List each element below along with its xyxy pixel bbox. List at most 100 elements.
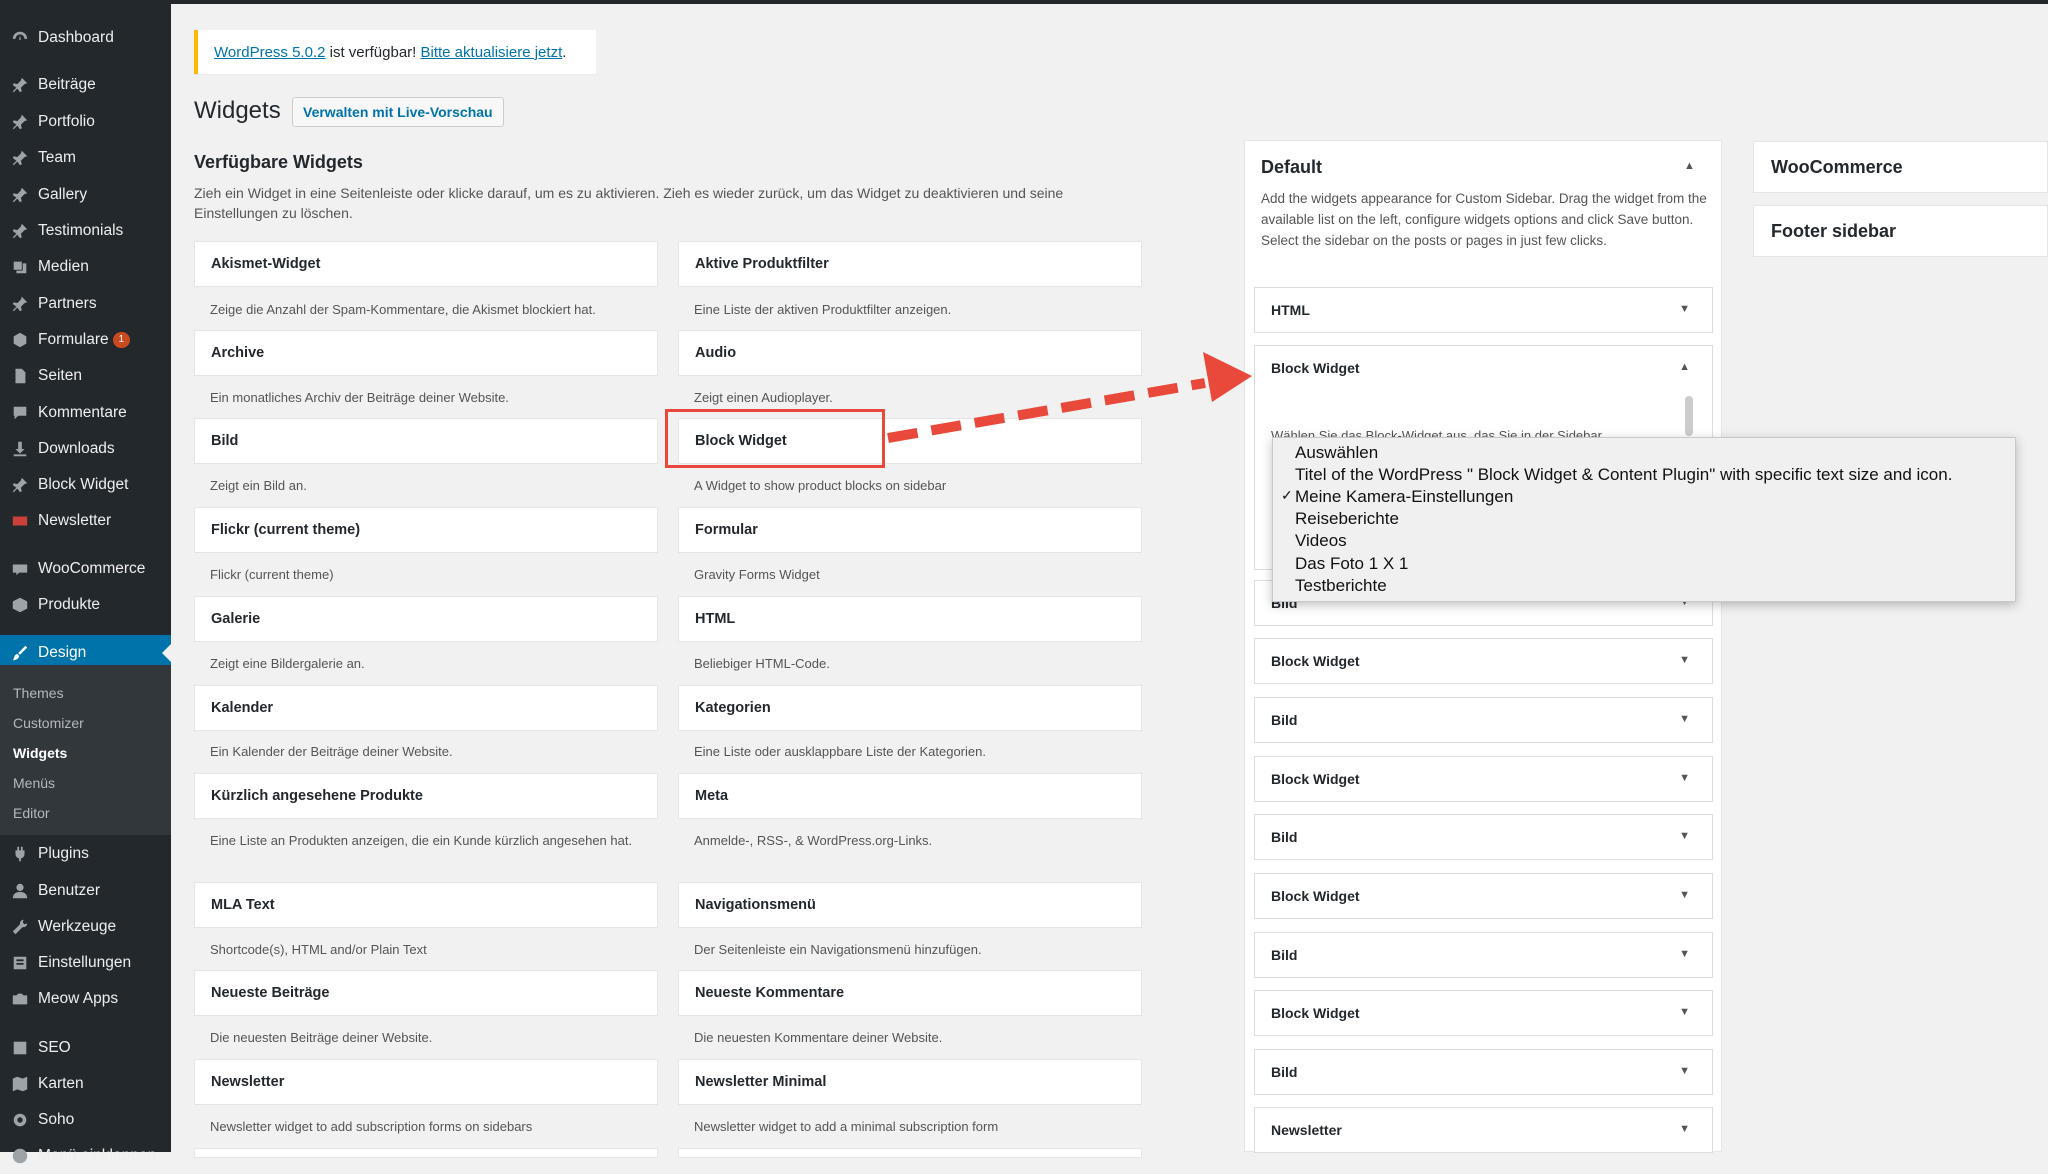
sidebar-item-label: Block Widget [38,476,129,493]
widget-kalender[interactable]: Kalender [194,685,658,731]
expand-down-icon[interactable]: ▼ [1679,1006,1690,1018]
widget-formular[interactable]: Formular [678,507,1142,553]
sidebar-footer[interactable]: Footer sidebar [1753,205,2048,257]
submenu-item-editor[interactable]: Editor [13,805,50,821]
dropdown-option[interactable]: Testberichte [1295,575,1387,597]
default-sidebar-title[interactable]: Default [1261,157,1322,178]
sidebar-widget-block-widget-open[interactable]: Block Widget ▲ [1254,345,1713,391]
widget-neueste-kommentare[interactable]: Neueste Kommentare [678,970,1142,1016]
dropdown-option[interactable]: Das Foto 1 X 1 [1295,553,1408,575]
design-submenu: Themes Customizer Widgets Menüs Editor [0,665,171,835]
sidebar-widget-bild[interactable]: Bild ▼ [1254,697,1713,743]
collapse-up-icon[interactable]: ▲ [1684,160,1695,172]
collapse-up-icon[interactable]: ▲ [1679,361,1690,373]
sidebar-item-dashboard[interactable]: Dashboard [0,20,171,56]
widget-archive[interactable]: Archive [194,330,658,376]
sidebar-item-label: Partners [38,295,97,312]
block-select-dropdown[interactable]: Auswählen Titel of the WordPress " Block… [1272,437,2016,602]
expand-down-icon[interactable]: ▼ [1679,1123,1690,1135]
sidebar-item-label: Kommentare [38,404,127,421]
widget-kuerzlich-angesehene-produkte[interactable]: Kürzlich angesehene Produkte [194,773,658,819]
sidebar-item-woocommerce[interactable]: WooCommerce [0,551,171,587]
dropdown-option[interactable]: Videos [1295,530,1347,552]
sidebar-item-newsletter[interactable]: Newsletter [0,503,171,539]
widget-newsletter[interactable]: Newsletter [194,1059,658,1105]
sidebar-item-beitraege[interactable]: Beiträge [0,67,171,103]
expand-down-icon[interactable]: ▼ [1679,889,1690,901]
widget-flickr[interactable]: Flickr (current theme) [194,507,658,553]
expand-down-icon[interactable]: ▼ [1679,1065,1690,1077]
widget-meta[interactable]: Meta [678,773,1142,819]
sidebar-item-produkte[interactable]: Produkte [0,587,171,623]
sidebar-item-downloads[interactable]: Downloads [0,431,171,467]
sidebar-item-soho[interactable]: Soho [0,1102,171,1138]
submenu-item-menus[interactable]: Menüs [13,775,55,791]
expand-down-icon[interactable]: ▼ [1679,654,1690,666]
settings-scrollbar[interactable] [1685,396,1693,436]
expand-down-icon[interactable]: ▼ [1679,303,1690,315]
sidebar-item-plugins[interactable]: Plugins [0,836,171,872]
dropdown-option[interactable]: Reiseberichte [1295,508,1399,530]
widget-description: Zeigt einen Audioplayer. [694,390,833,405]
widget-akismet[interactable]: Akismet-Widget [194,241,658,287]
sidebar-widget-bild[interactable]: Bild ▼ [1254,932,1713,978]
submenu-item-themes[interactable]: Themes [13,685,64,701]
sidebar-widget-block-widget[interactable]: Block Widget ▼ [1254,873,1713,919]
sidebar-item-partners[interactable]: Partners [0,286,171,322]
sidebar-item-portfolio[interactable]: Portfolio [0,104,171,140]
widget-description: Gravity Forms Widget [694,567,820,582]
submenu-item-widgets[interactable]: Widgets [13,745,67,761]
sidebar-widget-newsletter[interactable]: Newsletter ▼ [1254,1107,1713,1153]
sidebar-item-kommentare[interactable]: Kommentare [0,395,171,431]
widget-aktive-produktfilter[interactable]: Aktive Produktfilter [678,241,1142,287]
pin-icon [10,294,30,314]
widget-description: Die neuesten Kommentare deiner Website. [694,1030,943,1045]
widget-bild[interactable]: Bild [194,418,658,464]
live-preview-button[interactable]: Verwalten mit Live-Vorschau [292,97,504,127]
widget-navigationsmenue[interactable]: Navigationsmenü [678,882,1142,928]
sidebar-item-team[interactable]: Team [0,140,171,176]
widget-kategorien[interactable]: Kategorien [678,685,1142,731]
sidebar-widget-block-widget[interactable]: Block Widget ▼ [1254,990,1713,1036]
sidebar-widget-html[interactable]: HTML ▼ [1254,287,1713,333]
sidebar-item-testimonials[interactable]: Testimonials [0,213,171,249]
widget-html[interactable]: HTML [678,596,1142,642]
sidebar-item-karten[interactable]: Karten [0,1066,171,1102]
sidebar-widget-bild[interactable]: Bild ▼ [1254,814,1713,860]
sidebar-item-seiten[interactable]: Seiten [0,358,171,394]
expand-down-icon[interactable]: ▼ [1679,948,1690,960]
widget-newsletter-minimal[interactable]: Newsletter Minimal [678,1059,1142,1105]
widget-mla-text[interactable]: MLA Text [194,882,658,928]
sidebar-collapse[interactable]: Menü einklappen [0,1138,171,1174]
update-now-link[interactable]: Bitte aktualisiere jetzt [421,44,563,61]
sidebar-item-werkzeuge[interactable]: Werkzeuge [0,909,171,945]
sidebar-item-block-widget[interactable]: Block Widget [0,467,171,503]
download-icon [10,439,30,459]
sidebar-item-einstellungen[interactable]: Einstellungen [0,945,171,981]
widget-audio[interactable]: Audio [678,330,1142,376]
widget-next-row [678,1148,1142,1158]
widget-galerie[interactable]: Galerie [194,596,658,642]
sidebar-widget-bild[interactable]: Bild ▼ [1254,1049,1713,1095]
dropdown-option[interactable]: Titel of the WordPress " Block Widget & … [1295,464,1952,486]
submenu-item-customizer[interactable]: Customizer [13,715,84,731]
dropdown-option[interactable]: Auswählen [1295,442,1378,464]
dropdown-option-selected[interactable]: Meine Kamera-Einstellungen [1295,486,1513,508]
sidebar-item-formulare[interactable]: Formulare 1 [0,322,171,358]
sidebar-widget-block-widget[interactable]: Block Widget ▼ [1254,756,1713,802]
expand-down-icon[interactable]: ▼ [1679,713,1690,725]
sidebar-woocommerce[interactable]: WooCommerce [1753,141,2048,193]
sidebar-item-label: Produkte [38,596,101,613]
expand-down-icon[interactable]: ▼ [1679,830,1690,842]
sidebar-item-meow-apps[interactable]: Meow Apps [0,981,171,1017]
expand-down-icon[interactable]: ▼ [1679,772,1690,784]
wordpress-version-link[interactable]: WordPress 5.0.2 [214,44,325,61]
sidebar-item-medien[interactable]: Medien [0,249,171,285]
sidebar-item-gallery[interactable]: Gallery [0,177,171,213]
sidebar-item-seo[interactable]: SEO [0,1030,171,1066]
widget-neueste-beitraege[interactable]: Neueste Beiträge [194,970,658,1016]
sidebar-item-label: WooCommerce [38,560,146,577]
pin-icon [10,185,30,205]
sidebar-item-benutzer[interactable]: Benutzer [0,873,171,909]
sidebar-widget-block-widget[interactable]: Block Widget ▼ [1254,638,1713,684]
